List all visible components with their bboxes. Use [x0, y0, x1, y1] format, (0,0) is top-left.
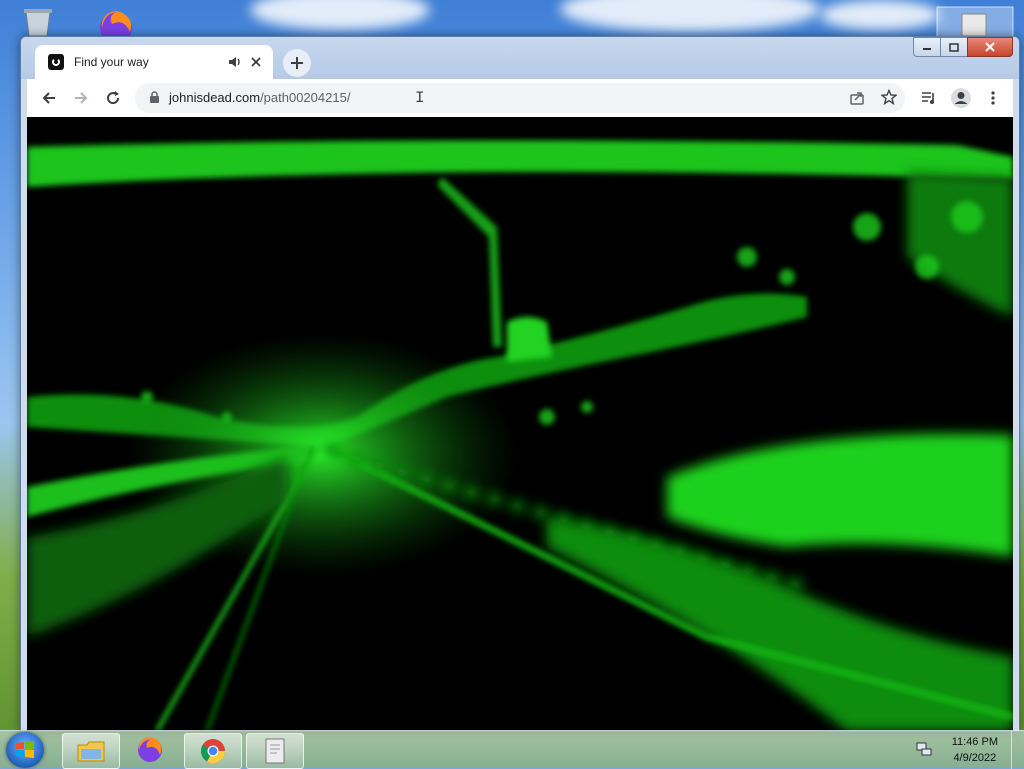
taskbar-clock[interactable]: 11:46 PM 4/9/2022: [952, 734, 998, 766]
playlist-icon: [922, 92, 934, 104]
url-text: johnisdead.com/path00204215/: [169, 90, 350, 105]
back-arrow-icon: [42, 92, 55, 104]
start-button[interactable]: [6, 732, 44, 768]
restore-icon: [949, 42, 959, 52]
clock-date: 4/9/2022: [953, 752, 997, 764]
browser-toolbar: johnisdead.com/path00204215/ I: [27, 79, 1013, 117]
taskbar-chrome[interactable]: [184, 733, 242, 769]
forward-arrow-icon: [75, 92, 88, 104]
show-desktop-button[interactable]: [1011, 731, 1024, 769]
profile-avatar-icon: [951, 88, 971, 108]
desktop-cloud: [820, 0, 940, 30]
url-path: /path00204215/: [260, 90, 351, 105]
plus-icon: [291, 57, 303, 69]
new-tab-button[interactable]: [283, 49, 311, 77]
menu-button[interactable]: [981, 86, 1005, 110]
windows-logo-icon: [16, 741, 34, 758]
file-explorer-icon: [77, 741, 105, 762]
reload-icon: [107, 91, 120, 105]
maximize-button[interactable]: [940, 37, 968, 57]
close-icon: [985, 42, 995, 52]
desktop-cloud: [250, 0, 430, 30]
lock-icon: [149, 91, 160, 109]
chrome-icon: [200, 739, 225, 764]
text-cursor-icon: I: [415, 89, 425, 107]
firefox-icon: [138, 737, 162, 762]
back-button[interactable]: [37, 86, 61, 110]
close-window-button[interactable]: [967, 37, 1013, 57]
desktop-cloud: [560, 0, 820, 32]
reload-button[interactable]: [101, 86, 125, 110]
site-favicon-icon: [48, 54, 64, 70]
tab-close-icon[interactable]: [247, 53, 265, 71]
taskbar: 11:46 PM 4/9/2022: [0, 730, 1024, 769]
minimize-icon: [923, 48, 931, 50]
share-icon[interactable]: [849, 90, 865, 111]
url-domain: johnisdead.com: [169, 90, 261, 105]
minimize-button[interactable]: [913, 37, 941, 57]
tab-title: Find your way: [74, 55, 149, 69]
taskbar-file-explorer[interactable]: [62, 733, 120, 769]
browser-window: Find your way johnisdead.com/path0020421…: [20, 36, 1020, 732]
media-control-button[interactable]: [917, 86, 941, 110]
title-bar: Find your way: [21, 37, 1019, 79]
forward-button[interactable]: [69, 86, 93, 110]
window-controls: [913, 37, 1013, 57]
page-content: [27, 117, 1013, 731]
document-icon: [265, 738, 285, 764]
profile-button[interactable]: [949, 86, 973, 110]
taskbar-document-app[interactable]: [246, 733, 304, 769]
clock-time: 11:46 PM: [951, 736, 998, 748]
address-bar[interactable]: johnisdead.com/path00204215/ I: [135, 83, 905, 113]
tab-find-your-way[interactable]: Find your way: [35, 45, 273, 79]
taskbar-firefox[interactable]: [122, 733, 178, 767]
network-icon[interactable]: [916, 741, 932, 762]
kebab-menu-icon: [991, 91, 995, 105]
night-road-image: [27, 117, 1013, 731]
bookmark-star-icon[interactable]: [880, 88, 898, 110]
speaker-icon[interactable]: [227, 54, 243, 70]
